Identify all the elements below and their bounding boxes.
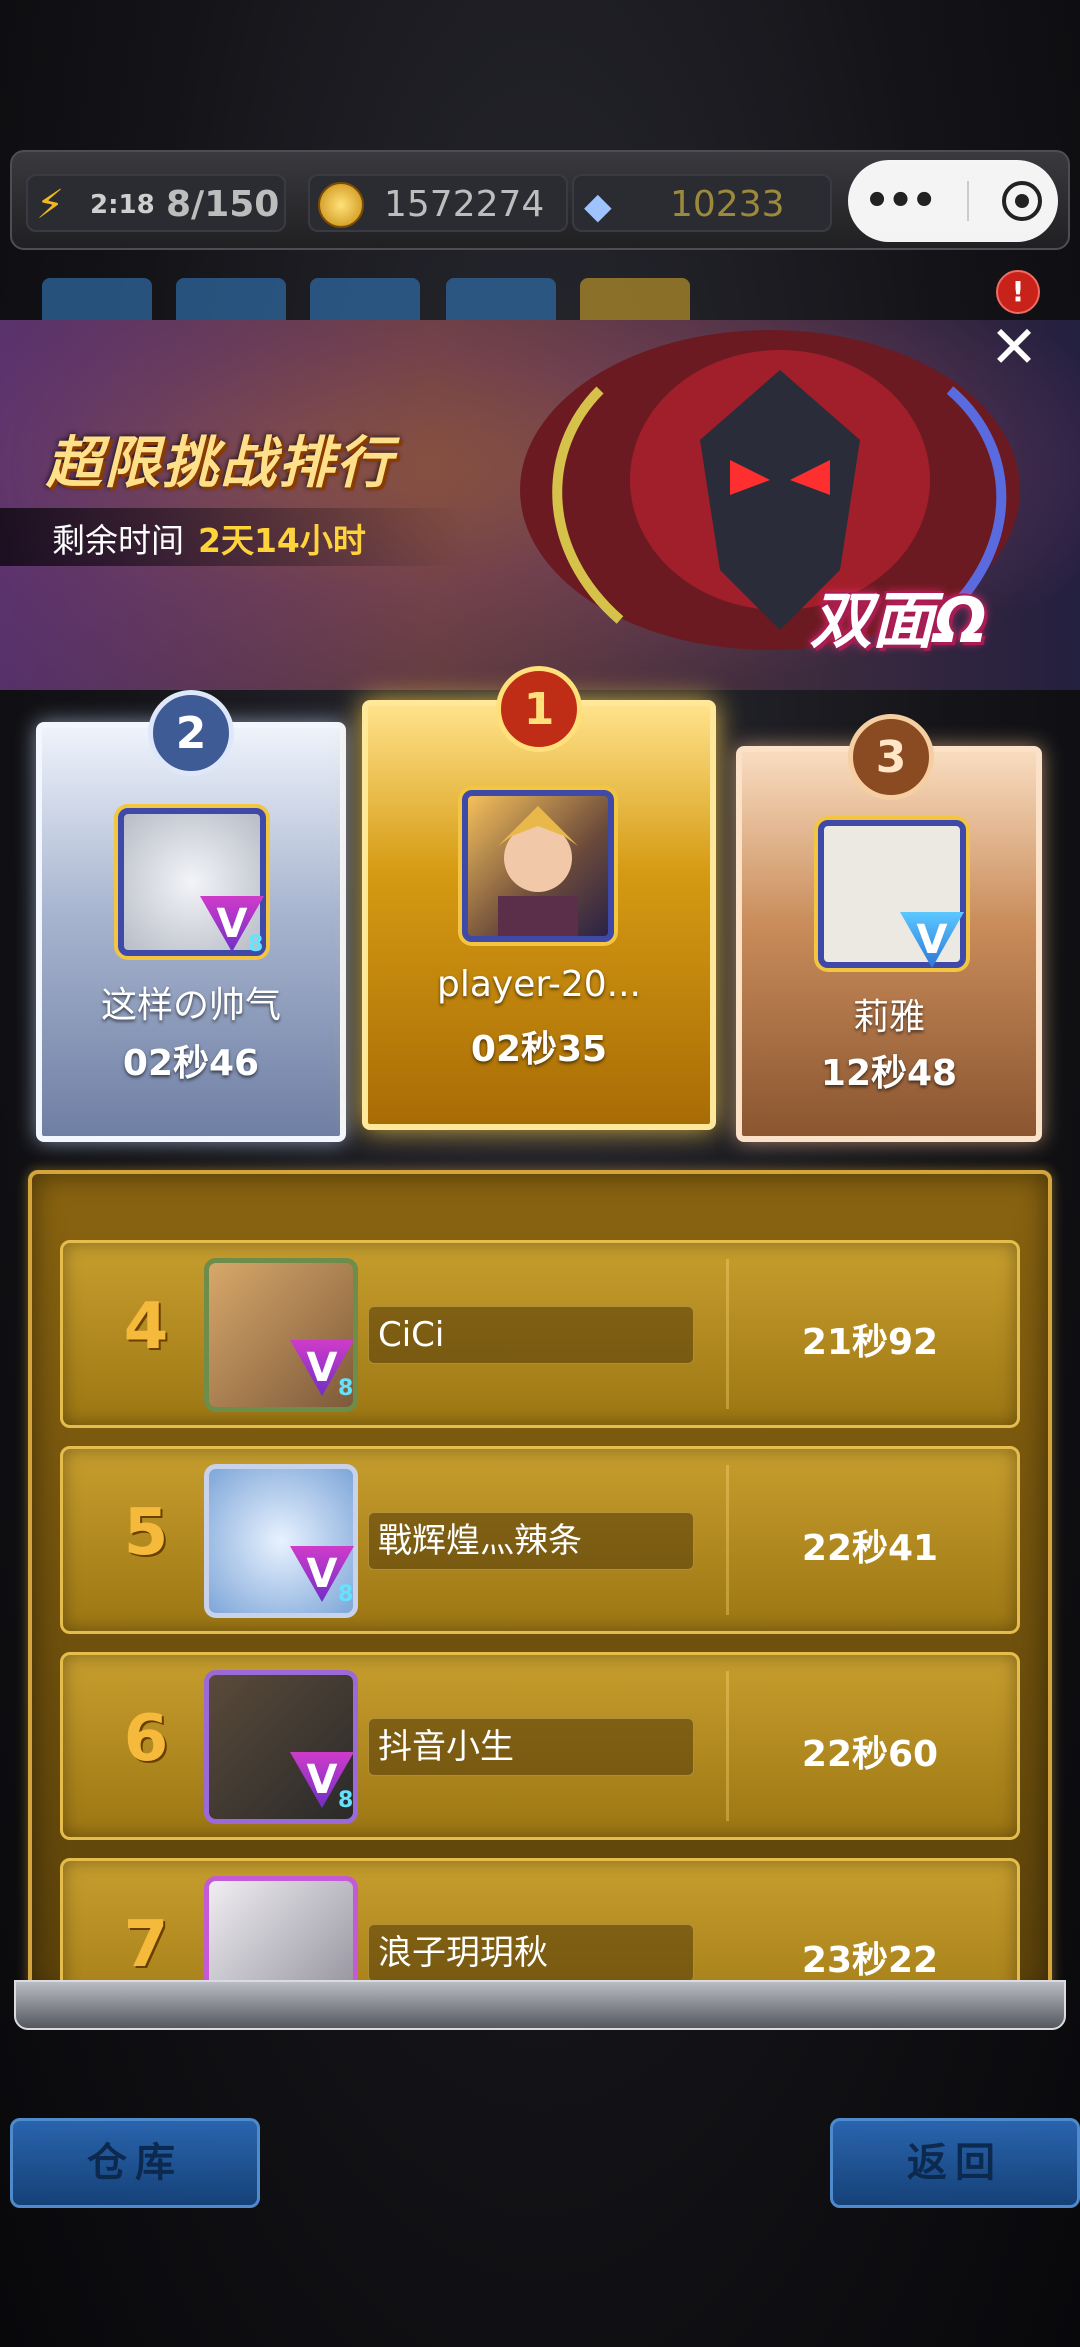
vip-level: 8 [338,1582,354,1607]
energy-resource[interactable]: ⚡ 2:18 8/150 [26,174,286,232]
podium-time-rank-2: 02秒46 [122,1043,260,1084]
row-name: 浪子玥玥秋 [378,1933,548,1973]
podium-name-rank-1: player-20... [437,964,641,1005]
gold-count: 1572274 [384,184,545,225]
energy-timer: 2:18 [90,190,155,220]
more-dots-icon[interactable]: ••• [864,178,937,224]
row-time: 22秒60 [801,1734,939,1775]
remaining-time-label: 剩余时间 [52,521,184,560]
row-rank: 6 [123,1702,169,1776]
row-time: 22秒41 [801,1528,939,1569]
diamond-icon: ◆ [584,186,612,227]
row-avatar [204,1258,358,1412]
energy-count: 8/150 [166,184,280,225]
podium-name-rank-3: 莉雅 [852,997,925,1038]
capsule-divider [967,181,970,221]
rank-badge-3: 3 [848,714,934,800]
avatar-rank-1 [462,790,614,942]
row-avatar [204,1876,358,1992]
vip-level: 8 [248,932,264,957]
panel-bottom-frame [14,1980,1066,2030]
row-time: 23秒22 [801,1940,939,1981]
close-icon[interactable]: ✕ [985,318,1043,376]
diamond-resource[interactable]: ◆ 10233 [572,174,832,232]
row-time: 21秒92 [801,1322,939,1363]
rank-badge-2: 2 [148,690,234,776]
row-avatar [204,1464,358,1618]
avatar-portrait [498,806,578,936]
row-divider [726,1465,729,1615]
remaining-time-value: 2天14小时 [198,521,366,560]
row-rank: 7 [123,1908,169,1982]
rank-badge-1: 1 [496,666,582,752]
row-name: CiCi [378,1315,445,1355]
gold-resource[interactable]: 1572274 [308,174,568,232]
row-rank: 4 [123,1290,169,1364]
row-name: 戰辉煌灬辣条 [378,1521,582,1561]
target-icon[interactable] [1001,181,1042,221]
avatar-rank-2 [118,808,266,956]
vip-level: 8 [338,1788,354,1813]
banner-title: 超限挑战排行 [46,431,394,496]
row-divider [726,1671,729,1821]
row-name: 抖音小生 [378,1727,514,1767]
boss-name: 双面Ω [810,584,987,657]
lightning-icon: ⚡ [36,182,65,228]
row-rank: 5 [123,1496,169,1570]
mini-program-capsule: ••• [848,160,1058,242]
podium-time-rank-1: 02秒35 [470,1029,608,1070]
coin-icon [318,182,364,228]
back-button[interactable]: 返回 [830,2118,1080,2208]
row-divider [726,1259,729,1409]
vip-level: 8 [338,1376,354,1401]
diamond-count: 10233 [670,184,785,225]
alert-badge: ! [996,270,1040,314]
warehouse-button[interactable]: 仓库 [10,2118,260,2208]
podium-time-rank-3: 12秒48 [820,1053,958,1094]
podium-name-rank-2: 这样の帅气 [100,985,281,1026]
row-avatar [204,1670,358,1824]
